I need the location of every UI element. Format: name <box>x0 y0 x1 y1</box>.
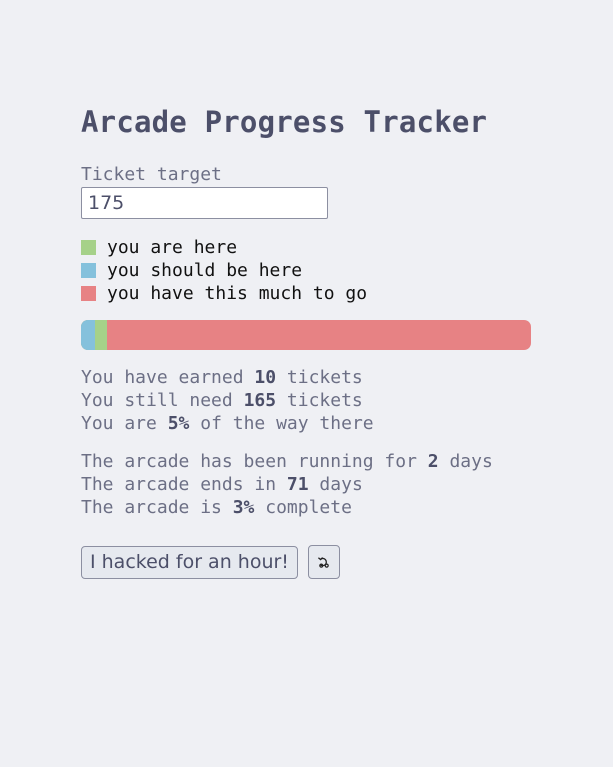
legend-swatch-green <box>81 240 96 255</box>
percent-line: You are 5% of the way there <box>81 413 374 434</box>
legend-label: you should be here <box>107 260 303 281</box>
stats: You have earned 10 tickets You still nee… <box>81 366 531 519</box>
ticket-target-label: Ticket target <box>81 164 222 185</box>
legend-swatch-blue <box>81 263 96 278</box>
ends-days: 71 <box>286 474 309 495</box>
complete-value: 3% <box>232 497 255 518</box>
percent-value: 5% <box>167 413 190 434</box>
arcade-stats: The arcade has been running for 2 days T… <box>81 450 531 519</box>
legend-item-should: you should be here <box>81 259 531 282</box>
legend-item-to-go: you have this much to go <box>81 282 531 305</box>
need-count: 165 <box>243 390 277 411</box>
complete-line: The arcade is 3% complete <box>81 497 352 518</box>
legend: you are here you should be here you have… <box>81 236 531 305</box>
running-days: 2 <box>427 451 439 472</box>
earned-line: You have earned 10 tickets <box>81 367 363 388</box>
running-line: The arcade has been running for 2 days <box>81 451 493 472</box>
need-line: You still need 165 tickets <box>81 390 363 411</box>
legend-swatch-red <box>81 286 96 301</box>
ticket-target-input[interactable] <box>81 187 328 219</box>
legend-label: you have this much to go <box>107 283 368 304</box>
ticket-stats: You have earned 10 tickets You still nee… <box>81 366 531 435</box>
undo-button[interactable] <box>307 545 340 579</box>
legend-label: you are here <box>107 237 238 258</box>
hacked-hour-button[interactable]: I hacked for an hour! <box>81 545 298 579</box>
page-title: Arcade Progress Tracker <box>81 105 488 139</box>
progress-bar <box>81 320 531 350</box>
undo-icon <box>317 557 329 568</box>
actions: I hacked for an hour! <box>81 545 531 579</box>
earned-count: 10 <box>254 367 277 388</box>
legend-item-here: you are here <box>81 236 531 259</box>
tracker-panel: Arcade Progress Tracker Ticket target yo… <box>81 104 531 579</box>
ends-line: The arcade ends in 71 days <box>81 474 363 495</box>
progress-expected-segment <box>81 320 95 350</box>
